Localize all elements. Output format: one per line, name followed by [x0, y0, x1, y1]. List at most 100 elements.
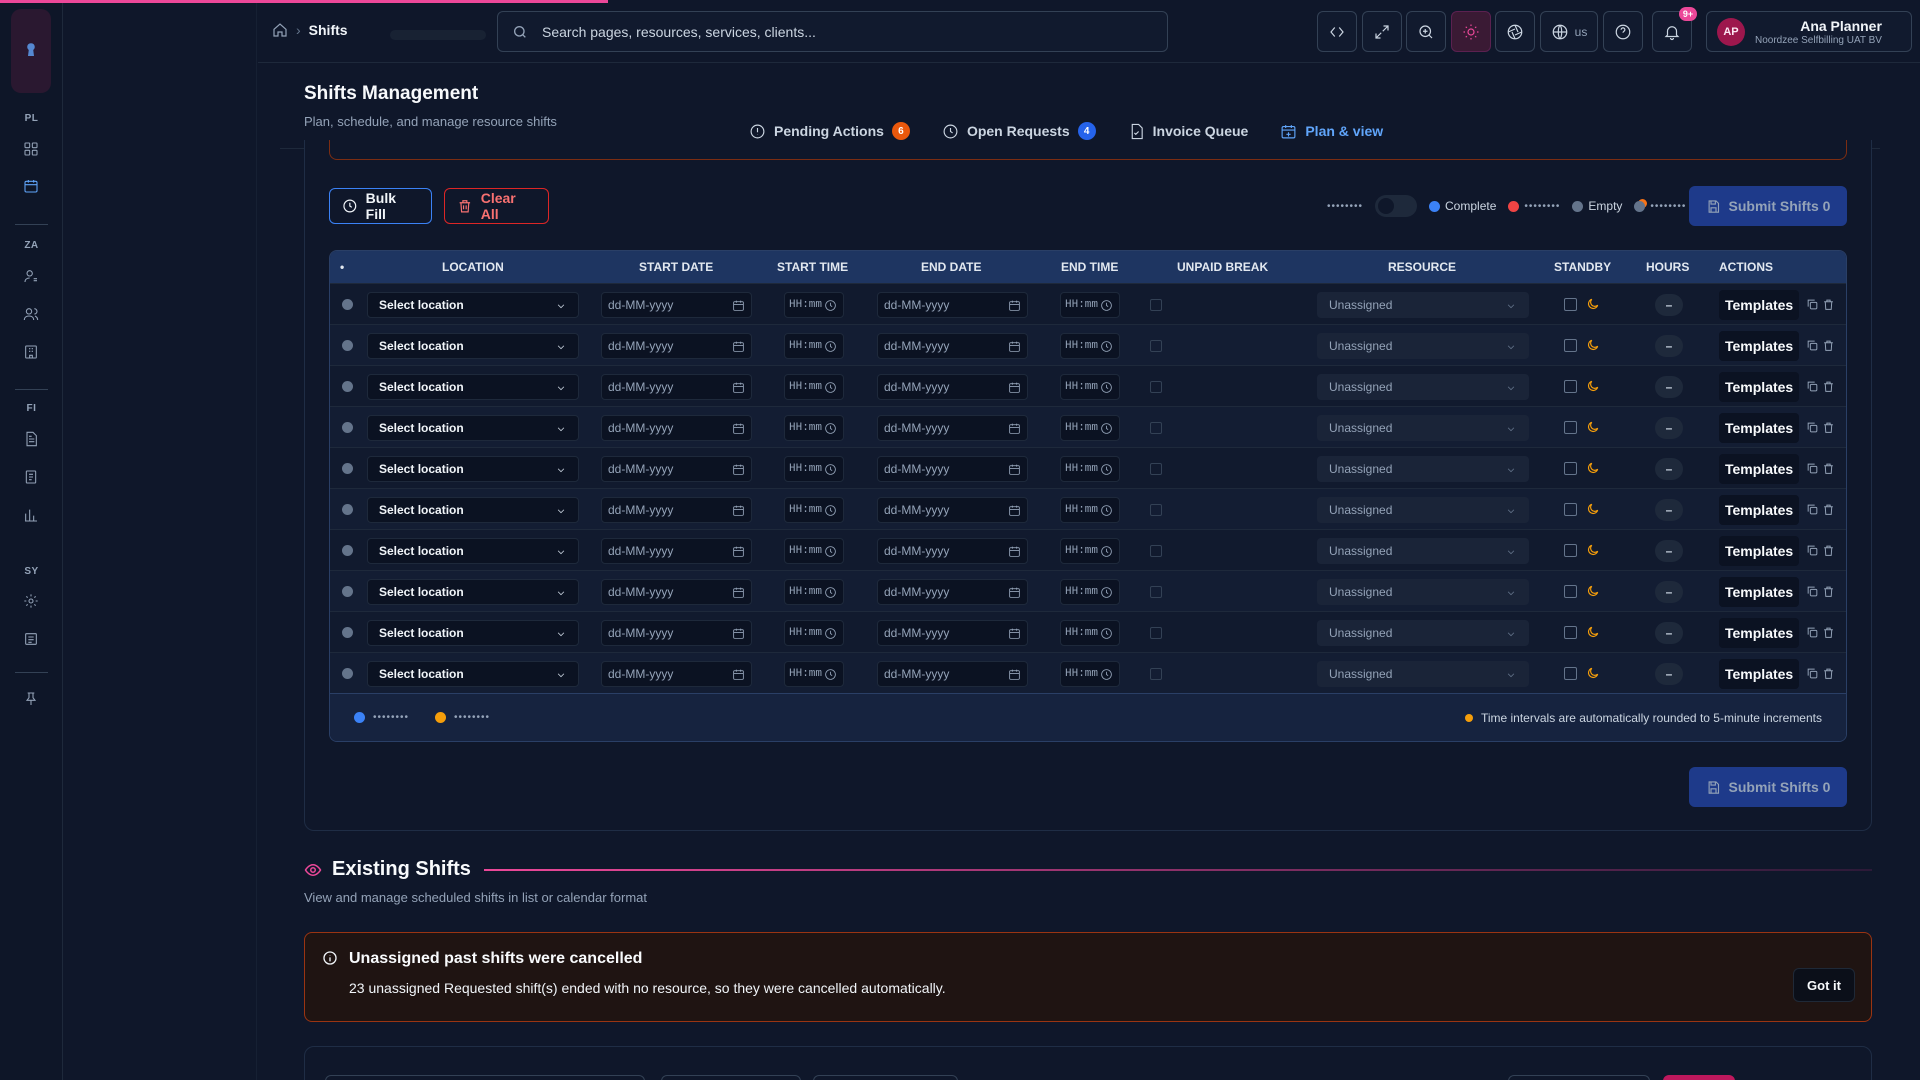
unpaid-break-checkbox[interactable] [1150, 586, 1162, 598]
resource-select[interactable]: Unassigned [1317, 661, 1529, 687]
trash-icon[interactable] [1822, 380, 1835, 393]
calendar-icon[interactable] [22, 177, 40, 195]
building-icon[interactable] [22, 343, 40, 361]
location-select[interactable]: Select location [367, 333, 579, 359]
resource-select[interactable]: Unassigned [1317, 333, 1529, 359]
templates-button[interactable]: Templates [1719, 454, 1800, 484]
end-date-input[interactable]: dd-MM-yyyy [877, 333, 1028, 359]
end-time-input[interactable]: HH:mm [1060, 333, 1120, 359]
log-icon[interactable] [22, 630, 40, 648]
end-time-input[interactable]: HH:mm [1060, 579, 1120, 605]
end-date-input[interactable]: dd-MM-yyyy [877, 620, 1028, 646]
language-selector[interactable]: us [1540, 11, 1598, 52]
resource-select[interactable]: Unassigned [1317, 579, 1529, 605]
standby-checkbox[interactable] [1564, 626, 1577, 639]
start-date-input[interactable]: dd-MM-yyyy [601, 374, 752, 400]
end-time-input[interactable]: HH:mm [1060, 661, 1120, 687]
location-select[interactable]: Select location [367, 579, 579, 605]
home-icon[interactable] [272, 22, 288, 38]
user-settings-icon[interactable] [22, 267, 40, 285]
start-date-input[interactable]: dd-MM-yyyy [601, 579, 752, 605]
end-date-input[interactable]: dd-MM-yyyy [877, 456, 1028, 482]
gear-icon[interactable] [22, 592, 40, 610]
start-time-input[interactable]: HH:mm [784, 497, 844, 523]
end-date-input[interactable]: dd-MM-yyyy [877, 497, 1028, 523]
copy-icon[interactable] [1806, 298, 1819, 311]
templates-button[interactable]: Templates [1719, 659, 1800, 689]
templates-button[interactable]: Templates [1719, 618, 1800, 648]
unpaid-break-checkbox[interactable] [1150, 299, 1162, 311]
start-date-input[interactable]: dd-MM-yyyy [601, 292, 752, 318]
copy-icon[interactable] [1806, 667, 1819, 680]
filter-input[interactable] [325, 1075, 645, 1080]
aperture-button[interactable] [1495, 11, 1535, 52]
start-time-input[interactable]: HH:mm [784, 538, 844, 564]
theme-toggle-button[interactable] [1451, 11, 1491, 52]
standby-checkbox[interactable] [1564, 462, 1577, 475]
resource-select[interactable]: Unassigned [1317, 374, 1529, 400]
clear-all-button[interactable]: Clear All [444, 188, 549, 224]
notifications-button[interactable]: 9+ [1652, 7, 1697, 52]
resource-select[interactable]: Unassigned [1317, 456, 1529, 482]
standby-checkbox[interactable] [1564, 667, 1577, 680]
start-time-input[interactable]: HH:mm [784, 374, 844, 400]
start-date-input[interactable]: dd-MM-yyyy [601, 456, 752, 482]
start-date-input[interactable]: dd-MM-yyyy [601, 538, 752, 564]
resource-select[interactable]: Unassigned [1317, 620, 1529, 646]
end-date-input[interactable]: dd-MM-yyyy [877, 292, 1028, 318]
document-icon[interactable] [22, 430, 40, 448]
standby-checkbox[interactable] [1564, 339, 1577, 352]
templates-button[interactable]: Templates [1719, 331, 1800, 361]
unpaid-break-checkbox[interactable] [1150, 463, 1162, 475]
trash-icon[interactable] [1822, 421, 1835, 434]
unpaid-break-checkbox[interactable] [1150, 422, 1162, 434]
copy-icon[interactable] [1806, 462, 1819, 475]
end-time-input[interactable]: HH:mm [1060, 456, 1120, 482]
copy-icon[interactable] [1806, 380, 1819, 393]
fullscreen-button[interactable] [1362, 11, 1402, 52]
standby-checkbox[interactable] [1564, 585, 1577, 598]
location-select[interactable]: Select location [367, 538, 579, 564]
start-date-input[interactable]: dd-MM-yyyy [601, 620, 752, 646]
search-input[interactable] [542, 23, 1142, 40]
trash-icon[interactable] [1822, 585, 1835, 598]
resource-select[interactable]: Unassigned [1317, 415, 1529, 441]
end-time-input[interactable]: HH:mm [1060, 292, 1120, 318]
filter-dropdown[interactable] [813, 1075, 958, 1080]
standby-checkbox[interactable] [1564, 503, 1577, 516]
search-bar[interactable] [497, 11, 1168, 52]
start-time-input[interactable]: HH:mm [784, 292, 844, 318]
copy-icon[interactable] [1806, 585, 1819, 598]
view-toggle[interactable] [1375, 195, 1418, 217]
trash-icon[interactable] [1822, 298, 1835, 311]
unpaid-break-checkbox[interactable] [1150, 504, 1162, 516]
trash-icon[interactable] [1822, 544, 1835, 557]
start-date-input[interactable]: dd-MM-yyyy [601, 415, 752, 441]
trash-icon[interactable] [1822, 503, 1835, 516]
end-date-input[interactable]: dd-MM-yyyy [877, 374, 1028, 400]
end-time-input[interactable]: HH:mm [1060, 497, 1120, 523]
copy-icon[interactable] [1806, 421, 1819, 434]
standby-checkbox[interactable] [1564, 380, 1577, 393]
end-time-input[interactable]: HH:mm [1060, 620, 1120, 646]
end-date-input[interactable]: dd-MM-yyyy [877, 538, 1028, 564]
got-it-button[interactable]: Got it [1793, 968, 1855, 1002]
templates-button[interactable]: Templates [1719, 372, 1800, 402]
resource-select[interactable]: Unassigned [1317, 497, 1529, 523]
breadcrumb-current[interactable]: Shifts [309, 22, 348, 38]
standby-checkbox[interactable] [1564, 544, 1577, 557]
filter-dropdown[interactable] [661, 1075, 801, 1080]
unpaid-break-checkbox[interactable] [1150, 627, 1162, 639]
start-date-input[interactable]: dd-MM-yyyy [601, 497, 752, 523]
trash-icon[interactable] [1822, 339, 1835, 352]
invoice-icon[interactable] [22, 468, 40, 486]
pin-icon[interactable] [22, 690, 40, 708]
collapse-button[interactable] [1317, 11, 1357, 52]
unpaid-break-checkbox[interactable] [1150, 668, 1162, 680]
location-select[interactable]: Select location [367, 497, 579, 523]
start-time-input[interactable]: HH:mm [784, 456, 844, 482]
trash-icon[interactable] [1822, 462, 1835, 475]
dashboard-icon[interactable] [22, 140, 40, 158]
location-select[interactable]: Select location [367, 374, 579, 400]
templates-button[interactable]: Templates [1719, 536, 1800, 566]
